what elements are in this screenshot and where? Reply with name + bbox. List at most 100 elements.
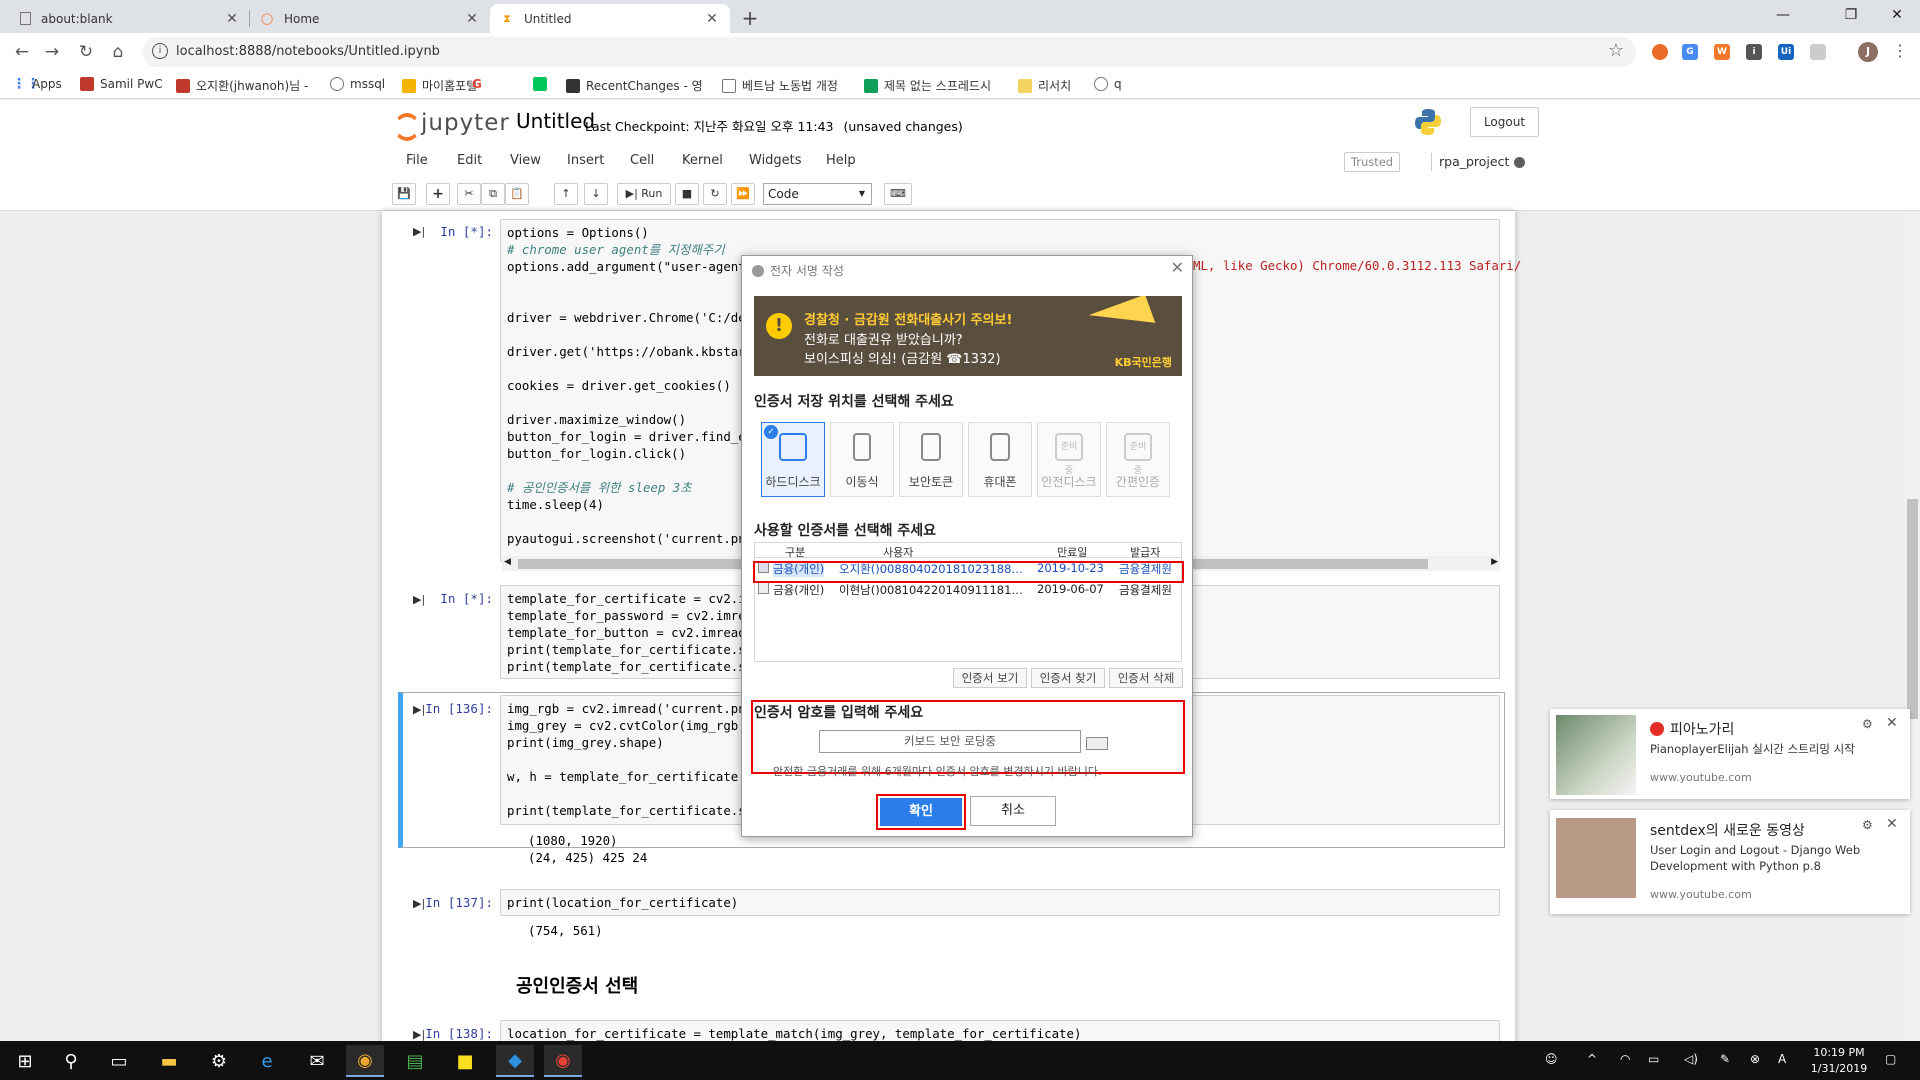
- save-icon[interactable]: 💾: [392, 183, 416, 205]
- menu-kebab-icon[interactable]: ⋮: [1892, 41, 1908, 60]
- close-icon[interactable]: ✕: [1886, 816, 1898, 832]
- extension-icon[interactable]: [1652, 44, 1668, 60]
- delete-certificate-button[interactable]: 인증서 삭제: [1109, 668, 1183, 688]
- close-icon[interactable]: ✕: [704, 11, 720, 27]
- scroll-right-icon[interactable]: ▶: [1491, 557, 1498, 567]
- extension-icon[interactable]: [1810, 44, 1826, 60]
- bookmark-jhwanoh[interactable]: 오지환(jhwanoh)님 -: [176, 77, 308, 94]
- virtual-keyboard-icon[interactable]: [1086, 737, 1108, 750]
- storage-simple-auth[interactable]: 준비중 간편인증: [1106, 422, 1170, 497]
- add-cell-icon[interactable]: +: [426, 183, 450, 205]
- find-certificate-button[interactable]: 인증서 찾기: [1031, 668, 1105, 688]
- logout-button[interactable]: Logout: [1470, 107, 1539, 137]
- paste-icon[interactable]: 📋: [505, 183, 529, 205]
- code-cell[interactable]: print(location_for_certificate): [500, 889, 1500, 916]
- tab-untitled[interactable]: ⧗ Untitled ✕: [490, 4, 730, 33]
- vertical-scrollbar[interactable]: [1905, 211, 1920, 1041]
- restore-icon[interactable]: ❐: [1828, 0, 1874, 30]
- app-tray-icon[interactable]: ⊗: [1750, 1052, 1760, 1066]
- gear-icon[interactable]: ⚙: [1862, 717, 1873, 731]
- search-icon[interactable]: ⚲: [52, 1045, 90, 1077]
- storage-phone[interactable]: 휴대폰: [968, 422, 1032, 497]
- bookmark-naver[interactable]: N: [533, 77, 553, 91]
- password-input[interactable]: 키보드 보안 로딩중: [819, 730, 1081, 753]
- bookmark-q[interactable]: q: [1094, 77, 1122, 91]
- storage-hard-disk[interactable]: ✓ 하드디스크: [761, 422, 825, 497]
- kernel-name[interactable]: rpa_project: [1439, 154, 1509, 169]
- translate-icon[interactable]: G: [1682, 44, 1698, 60]
- close-icon[interactable]: ✕: [1886, 715, 1898, 731]
- notification-card[interactable]: 피아노가리 PianoplayerElijah 실시간 스트리밍 시작 www.…: [1550, 709, 1910, 799]
- menu-edit[interactable]: Edit: [457, 153, 482, 168]
- people-icon[interactable]: ☺: [1545, 1052, 1558, 1066]
- windows-start-icon[interactable]: ⊞: [6, 1045, 44, 1077]
- restart-run-all-icon[interactable]: ⏩: [731, 183, 755, 205]
- menu-cell[interactable]: Cell: [630, 153, 654, 168]
- close-icon[interactable]: ✕: [464, 11, 480, 27]
- chrome-icon[interactable]: ◉: [346, 1045, 384, 1077]
- run-button[interactable]: ▶| Run: [617, 183, 671, 205]
- bookmark-research[interactable]: 리서치: [1018, 77, 1071, 94]
- bookmark-myhome[interactable]: 마이홈포털: [402, 77, 477, 94]
- extension-icon[interactable]: i: [1746, 44, 1762, 60]
- chrome-icon[interactable]: ◉: [544, 1045, 582, 1077]
- bookmark-spreadsheet[interactable]: 제목 없는 스프레드시: [864, 77, 991, 94]
- window-close-icon[interactable]: ✕: [1874, 0, 1920, 30]
- restart-icon[interactable]: ↻: [703, 183, 727, 205]
- notebook-title[interactable]: Untitled: [516, 109, 595, 133]
- vscode-icon[interactable]: ◆: [496, 1045, 534, 1077]
- address-bar[interactable]: i localhost:8888/notebooks/Untitled.ipyn…: [142, 37, 1636, 67]
- bookmark-apps[interactable]: ⋮⋮ Apps: [12, 77, 62, 91]
- forward-icon[interactable]: →: [38, 38, 66, 66]
- edge-icon[interactable]: e: [248, 1045, 286, 1077]
- file-explorer-icon[interactable]: ▬: [150, 1045, 188, 1077]
- view-certificate-button[interactable]: 인증서 보기: [953, 668, 1027, 688]
- copy-icon[interactable]: ⧉: [481, 183, 505, 205]
- minimize-icon[interactable]: —: [1760, 0, 1806, 30]
- reload-icon[interactable]: ↻: [72, 38, 100, 66]
- ok-button[interactable]: 확인: [880, 798, 962, 826]
- chevron-up-icon[interactable]: ^: [1587, 1052, 1597, 1066]
- volume-icon[interactable]: ◁): [1684, 1052, 1698, 1066]
- extension-icon[interactable]: Ui: [1778, 44, 1794, 60]
- bookmark-vietnam[interactable]: 베트남 노동법 개정: [722, 77, 838, 94]
- mail-icon[interactable]: ✉: [298, 1045, 336, 1077]
- storage-security-token[interactable]: 보안토큰: [899, 422, 963, 497]
- menu-widgets[interactable]: Widgets: [749, 153, 802, 168]
- new-tab-icon[interactable]: +: [738, 6, 762, 30]
- menu-view[interactable]: View: [510, 153, 541, 168]
- scrollbar-thumb[interactable]: [1907, 499, 1918, 719]
- warning-banner[interactable]: ! 경찰청 · 금감원 전화대출사기 주의보! 전화로 대출권유 받았습니까? …: [754, 296, 1182, 376]
- task-view-icon[interactable]: ▭: [100, 1045, 138, 1077]
- battery-icon[interactable]: ▭: [1648, 1052, 1659, 1066]
- tab-about-blank[interactable]: about:blank ✕: [10, 4, 250, 33]
- profile-avatar[interactable]: J: [1858, 42, 1878, 62]
- close-icon[interactable]: ✕: [1171, 258, 1184, 277]
- storage-removable[interactable]: 이동식: [830, 422, 894, 497]
- bookmark-recentchanges[interactable]: RecentChanges - 영: [566, 77, 703, 94]
- storage-safe-disk[interactable]: 준비중 안전디스크: [1037, 422, 1101, 497]
- settings-icon[interactable]: ⚙: [200, 1045, 238, 1077]
- jupyter-logo[interactable]: jupyter: [393, 110, 510, 141]
- keyboard-icon[interactable]: ⌨: [884, 183, 912, 205]
- wifi-icon[interactable]: ◠: [1620, 1052, 1630, 1066]
- bookmark-google[interactable]: G: [472, 77, 482, 91]
- bookmark-mssql[interactable]: mssql: [330, 77, 385, 91]
- bookmark-samil[interactable]: Samil PwC: [80, 77, 163, 91]
- notification-center-icon[interactable]: ▢: [1885, 1052, 1896, 1066]
- trusted-badge[interactable]: Trusted: [1344, 152, 1400, 172]
- home-icon[interactable]: ⌂: [104, 38, 132, 66]
- pen-icon[interactable]: ✎: [1720, 1052, 1730, 1066]
- bookmark-star-icon[interactable]: ☆: [1608, 40, 1624, 61]
- cancel-button[interactable]: 취소: [970, 796, 1056, 826]
- menu-insert[interactable]: Insert: [567, 153, 604, 168]
- menu-help[interactable]: Help: [826, 153, 856, 168]
- kakaotalk-icon[interactable]: ■: [446, 1045, 484, 1077]
- taskbar-clock[interactable]: 10:19 PM 1/31/2019: [1808, 1045, 1870, 1077]
- tab-home[interactable]: ◯ Home ✕: [250, 4, 490, 33]
- stop-icon[interactable]: ■: [675, 183, 699, 205]
- input-method-icon[interactable]: A: [1778, 1052, 1786, 1066]
- cut-icon[interactable]: ✂: [457, 183, 481, 205]
- menu-kernel[interactable]: Kernel: [682, 153, 723, 168]
- menu-file[interactable]: File: [406, 153, 428, 168]
